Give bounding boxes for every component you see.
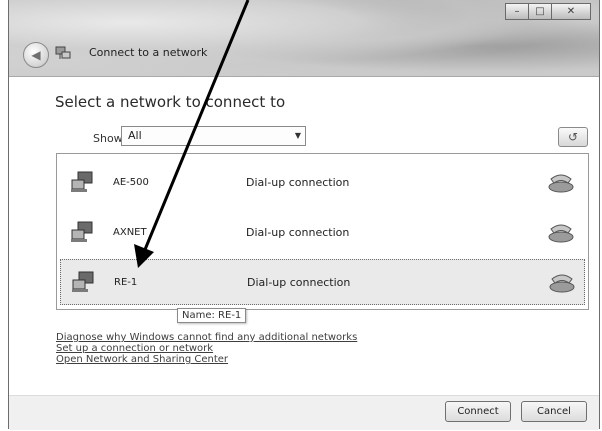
connect-button[interactable]: Connect (445, 401, 511, 422)
connect-network-window: ◀ Connect to a network – □ ✕ Select a ne… (8, 0, 600, 430)
window-title: Connect to a network (89, 46, 208, 59)
maximize-icon: □ (535, 6, 545, 17)
network-sharing-center-link[interactable]: Open Network and Sharing Center (56, 354, 357, 365)
network-name: RE-1 (114, 276, 138, 288)
show-dropdown-value: All (128, 129, 142, 142)
setup-connection-link[interactable]: Set up a connection or network (56, 343, 357, 354)
back-button[interactable]: ◀ (23, 42, 49, 68)
minimize-button[interactable]: – (505, 3, 529, 20)
dialog-footer: Connect Cancel (9, 395, 599, 430)
close-icon: ✕ (566, 6, 576, 17)
minimize-icon: – (514, 6, 520, 17)
refresh-icon: ↺ (567, 130, 579, 144)
network-row-ae-500[interactable]: AE-500 Dial-up connection (60, 159, 585, 205)
window-controls: – □ ✕ (505, 3, 591, 20)
network-type: Dial-up connection (247, 275, 351, 289)
telephone-icon (548, 224, 574, 243)
page-heading: Select a network to connect to (55, 93, 286, 111)
network-name: AXNET (113, 226, 147, 238)
chevron-down-icon: ▼ (294, 131, 301, 140)
telephone-icon (549, 274, 575, 293)
close-button[interactable]: ✕ (551, 3, 591, 20)
cancel-button[interactable]: Cancel (521, 401, 587, 422)
telephone-icon (548, 174, 574, 193)
diagnose-link[interactable]: Diagnose why Windows cannot find any add… (56, 332, 357, 343)
network-row-axnet[interactable]: AXNET Dial-up connection (60, 209, 585, 255)
maximize-button[interactable]: □ (528, 3, 552, 20)
network-type: Dial-up connection (246, 225, 350, 239)
computer-network-icon (71, 221, 93, 242)
network-name-tooltip: Name: RE-1 (177, 308, 247, 323)
network-icon (55, 46, 71, 59)
dialog-content: Select a network to connect to Show All … (9, 77, 599, 395)
show-label: Show (93, 132, 123, 145)
refresh-button[interactable]: ↺ (558, 127, 588, 147)
help-links: Diagnose why Windows cannot find any add… (56, 332, 357, 365)
back-arrow-icon: ◀ (31, 48, 41, 62)
computer-network-icon (71, 171, 93, 192)
network-row-re-1[interactable]: RE-1 Dial-up connection (60, 259, 585, 305)
title-bar: ◀ Connect to a network – □ ✕ (9, 0, 599, 77)
network-name: AE-500 (113, 176, 149, 188)
computer-network-icon (72, 271, 94, 292)
show-dropdown[interactable]: All ▼ (121, 126, 306, 146)
network-type: Dial-up connection (246, 175, 350, 189)
network-list: AE-500 Dial-up connection AXNET Dial-up … (56, 153, 589, 310)
